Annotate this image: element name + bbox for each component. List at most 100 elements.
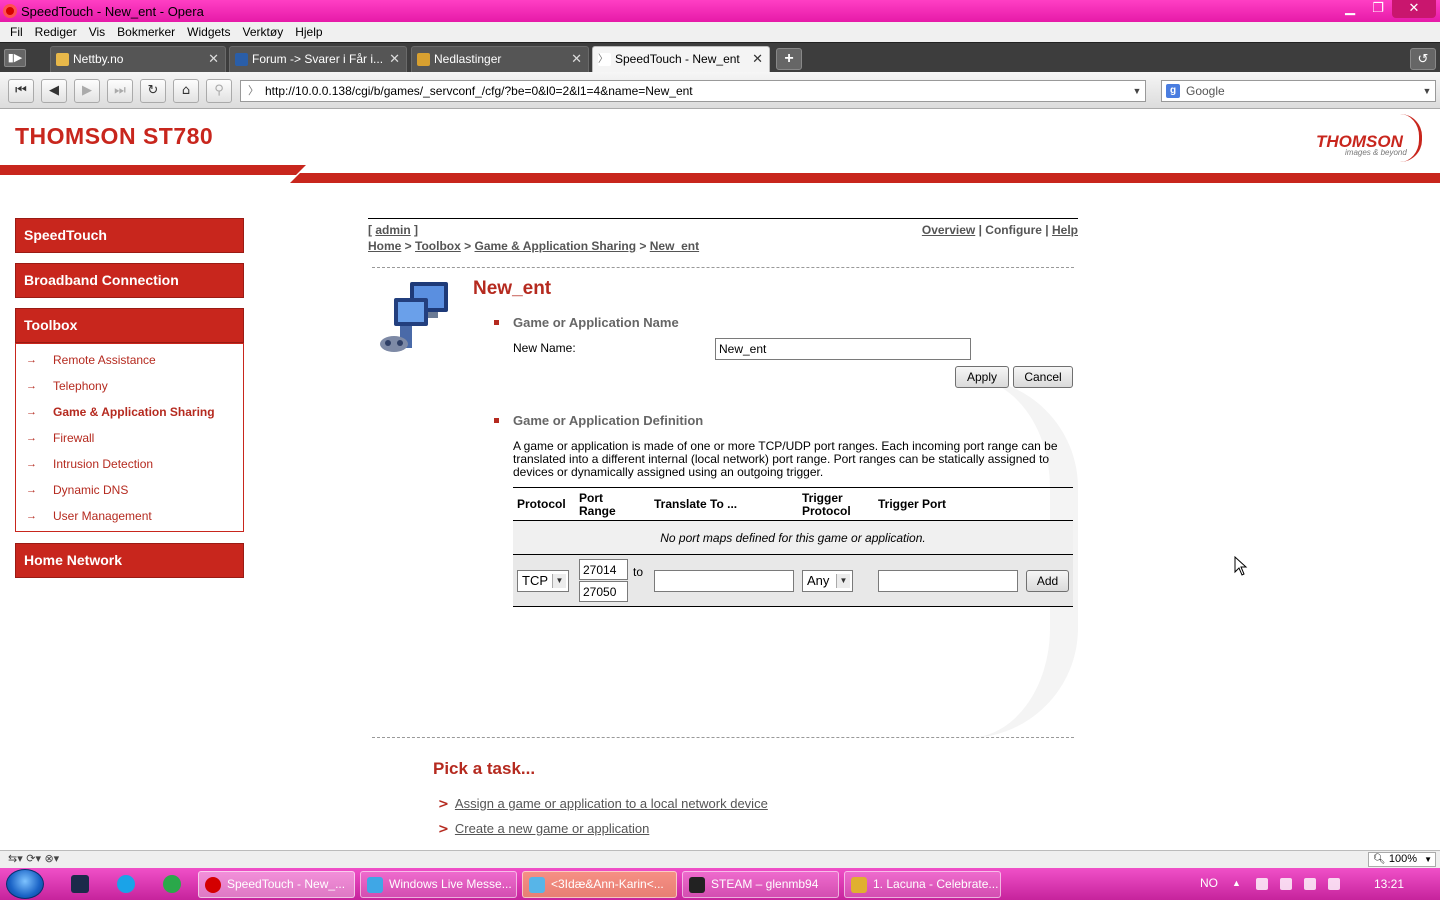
- taskbar-item-messenger[interactable]: Windows Live Messe...: [360, 871, 517, 898]
- start-button[interactable]: [6, 869, 44, 899]
- tab-forum[interactable]: Forum -> Svarer i Får i... ✕: [229, 46, 407, 73]
- new-tab-button[interactable]: +: [776, 48, 802, 70]
- breadcrumb-home[interactable]: Home: [368, 239, 401, 253]
- port-range-from-input[interactable]: [579, 559, 628, 580]
- sidebar-item-label: Firewall: [53, 431, 95, 445]
- menu-vis[interactable]: Vis: [89, 25, 105, 39]
- breadcrumb-toolbox[interactable]: Toolbox: [415, 239, 461, 253]
- system-clock[interactable]: 13:21: [1374, 877, 1404, 891]
- mouse-cursor-icon: [1234, 556, 1248, 576]
- sidebar-item-telephony[interactable]: → Telephony: [16, 373, 243, 399]
- steam-icon: [689, 877, 705, 893]
- sidebar-item-game-sharing[interactable]: → Game & Application Sharing: [16, 399, 243, 425]
- address-bar[interactable]: 〉 http://10.0.0.138/cgi/b/games/_servcon…: [240, 80, 1146, 102]
- task-assign-link[interactable]: Assign a game or application to a local …: [455, 796, 768, 811]
- maximize-button[interactable]: ❐: [1364, 0, 1392, 18]
- sidebar-item-broadband[interactable]: Broadband Connection: [15, 263, 244, 298]
- close-tab-icon[interactable]: ✕: [208, 47, 219, 71]
- menu-rediger[interactable]: Rediger: [35, 25, 77, 39]
- chevron-down-icon: ▼: [836, 574, 850, 588]
- sidebar-item-toolbox[interactable]: Toolbox: [15, 308, 244, 343]
- show-hidden-icons[interactable]: ▲: [1232, 878, 1241, 888]
- address-dropdown-icon[interactable]: ▼: [1129, 81, 1145, 101]
- network-icon[interactable]: [1304, 878, 1316, 890]
- new-name-input[interactable]: [715, 338, 971, 360]
- close-tab-icon[interactable]: ✕: [752, 47, 763, 71]
- taskbar-item-steam[interactable]: STEAM – glenmb94: [682, 871, 839, 898]
- tray-device-icon[interactable]: [1280, 878, 1292, 890]
- menu-hjelp[interactable]: Hjelp: [295, 25, 322, 39]
- skype-icon[interactable]: [117, 875, 135, 893]
- help-link[interactable]: Help: [1052, 223, 1078, 237]
- tab-nedlastinger[interactable]: Nedlastinger ✕: [411, 46, 589, 73]
- navigation-bar: ⏮ ◀ ▶ ⏭ ↻ ⌂ ⚲ 〉 http://10.0.0.138/cgi/b/…: [0, 72, 1440, 109]
- sidebar-item-intrusion-detection[interactable]: → Intrusion Detection: [16, 451, 243, 477]
- volume-icon[interactable]: [1328, 878, 1340, 890]
- task-create-link[interactable]: Create a new game or application: [455, 821, 649, 836]
- menu-bar: Fil Rediger Vis Bokmerker Widgets Verktø…: [0, 22, 1440, 42]
- protocol-select[interactable]: TCP ▼: [517, 570, 569, 592]
- home-icon[interactable]: ⌂: [173, 79, 199, 103]
- toolbox-submenu: → Remote Assistance → Telephony → Game & Ap…: [15, 343, 244, 532]
- task-assign[interactable]: > Assign a game or application to a local…: [438, 796, 768, 812]
- user-link[interactable]: admin: [375, 223, 410, 237]
- spotify-icon[interactable]: [163, 875, 181, 893]
- tab-speedtouch[interactable]: 〉 SpeedTouch - New_ent ✕: [592, 46, 770, 73]
- photoshop-icon[interactable]: [71, 875, 89, 893]
- sidebar-item-label: Dynamic DNS: [53, 483, 129, 497]
- close-tab-icon[interactable]: ✕: [389, 47, 400, 71]
- close-window-button[interactable]: ✕: [1392, 0, 1436, 18]
- window-titlebar: SpeedTouch - New_ent - Opera ▁ ❐ ✕: [0, 0, 1440, 22]
- rewind-icon[interactable]: ⏮: [8, 79, 34, 103]
- forward-icon[interactable]: ▶: [74, 79, 100, 103]
- closed-tabs-icon[interactable]: ↺: [1410, 48, 1436, 70]
- new-port-map-row: TCP ▼ to Any ▼ Add: [513, 555, 1073, 607]
- tab-nettby[interactable]: Nettby.no ✕: [50, 46, 226, 73]
- translate-to-input[interactable]: [654, 570, 794, 592]
- language-indicator[interactable]: NO: [1200, 876, 1218, 890]
- configure-link[interactable]: Configure: [985, 223, 1042, 237]
- google-icon: g: [1166, 84, 1180, 98]
- sidebar-item-home-network[interactable]: Home Network: [15, 543, 244, 578]
- status-tools-icons[interactable]: ⇆▾ ⟳▾ ⊗▾: [8, 852, 59, 865]
- apply-button[interactable]: Apply: [955, 366, 1009, 388]
- add-port-map-button[interactable]: Add: [1026, 570, 1069, 592]
- taskbar-item-chat[interactable]: <3Idæ&Ann-Karin<...: [522, 871, 677, 898]
- sidebar-item-firewall[interactable]: → Firewall: [16, 425, 243, 451]
- wand-key-icon[interactable]: ⚲: [206, 79, 232, 103]
- trigger-protocol-select[interactable]: Any ▼: [802, 570, 853, 592]
- arrow-icon: →: [26, 354, 37, 366]
- cancel-button[interactable]: Cancel: [1013, 366, 1073, 388]
- menu-verktoy[interactable]: Verktøy: [243, 25, 284, 39]
- menu-widgets[interactable]: Widgets: [187, 25, 230, 39]
- task-create[interactable]: > Create a new game or application: [438, 821, 649, 837]
- taskbar-item-opera[interactable]: SpeedTouch - New_...: [198, 871, 355, 898]
- breadcrumb-game-sharing[interactable]: Game & Application Sharing: [475, 239, 637, 253]
- sidebar-item-remote-assistance[interactable]: → Remote Assistance: [16, 347, 243, 373]
- reload-icon[interactable]: ↻: [140, 79, 166, 103]
- port-range-to-input[interactable]: [579, 581, 628, 602]
- overview-link[interactable]: Overview: [922, 223, 975, 237]
- sidebar-item-speedtouch[interactable]: SpeedTouch: [15, 218, 244, 253]
- trigger-port-input[interactable]: [878, 570, 1018, 592]
- back-icon[interactable]: ◀: [41, 79, 67, 103]
- tray-app-icon[interactable]: [1256, 878, 1268, 890]
- breadcrumb-current[interactable]: New_ent: [650, 239, 699, 253]
- port-map-table: Protocol Port Range Translate To ... Tri…: [513, 487, 1073, 607]
- page-title: New_ent: [473, 278, 552, 299]
- panel-toggle-icon[interactable]: ▮▶: [4, 49, 26, 67]
- table-header-row: Protocol Port Range Translate To ... Tri…: [513, 487, 1073, 521]
- taskbar-item-music[interactable]: 1. Lacuna - Celebrate...: [844, 871, 1001, 898]
- zoom-dropdown-icon: ▼: [1424, 855, 1432, 864]
- minimize-button[interactable]: ▁: [1336, 0, 1364, 18]
- column-trigger-protocol: Trigger Protocol: [802, 491, 851, 518]
- menu-bokmerker[interactable]: Bokmerker: [117, 25, 175, 39]
- sidebar-item-user-management[interactable]: → User Management: [16, 503, 243, 529]
- search-field[interactable]: g Google ▼: [1161, 80, 1436, 102]
- sidebar-item-dynamic-dns[interactable]: → Dynamic DNS: [16, 477, 243, 503]
- search-engine-dropdown-icon[interactable]: ▼: [1419, 81, 1435, 101]
- fast-forward-icon[interactable]: ⏭: [107, 79, 133, 103]
- zoom-control[interactable]: 🔍︎ 100% ▼: [1367, 852, 1436, 867]
- menu-fil[interactable]: Fil: [10, 25, 23, 39]
- close-tab-icon[interactable]: ✕: [571, 47, 582, 71]
